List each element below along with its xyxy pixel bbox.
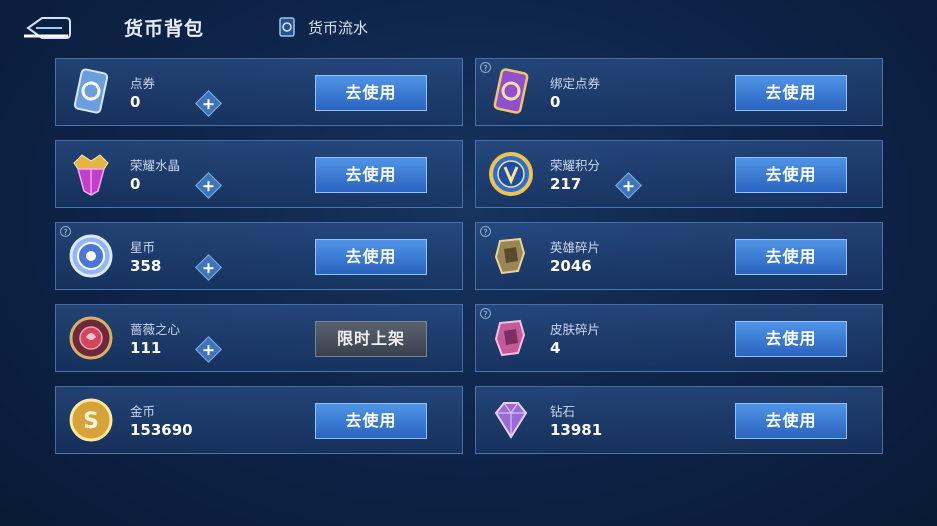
use-button[interactable]: 去使用 [315, 403, 427, 439]
currency-card: 点券 0 去使用 [55, 58, 463, 126]
top-bar: 货币背包 货币流水 [0, 0, 937, 56]
limited-sale-button[interactable]: 限时上架 [315, 321, 427, 357]
currency-name: 点券 [130, 76, 156, 91]
currency-amount: 4 [550, 339, 561, 357]
card-icon [279, 17, 295, 37]
add-button[interactable] [195, 336, 222, 363]
currency-card: ? 星币 358 去使用 [55, 222, 463, 290]
currency-name: 绑定点券 [550, 76, 601, 91]
currency-card: 蔷薇之心 111 限时上架 [55, 304, 463, 372]
skin-fragment-icon [494, 319, 526, 357]
currency-amount: 13981 [550, 421, 603, 439]
currency-amount: 0 [130, 93, 141, 111]
coupon-icon [73, 68, 109, 114]
use-button[interactable]: 去使用 [315, 157, 427, 193]
back-arrow-icon[interactable] [22, 14, 72, 42]
use-button[interactable]: 去使用 [735, 321, 847, 357]
currency-name: 蔷薇之心 [130, 322, 181, 337]
currency-amount: 111 [130, 339, 162, 357]
add-button[interactable] [195, 172, 222, 199]
currency-card: S 金币 153690 去使用 [55, 386, 463, 454]
bound-coupon-icon [493, 68, 529, 114]
currency-card: ? 英雄碎片 2046 去使用 [475, 222, 883, 290]
currency-name: 荣耀水晶 [130, 158, 181, 173]
currency-amount: 0 [550, 93, 561, 111]
currency-name: 荣耀积分 [550, 158, 601, 173]
currency-amount: 217 [550, 175, 582, 193]
add-button[interactable] [615, 172, 642, 199]
currency-card: 荣耀积分 217 去使用 [475, 140, 883, 208]
currency-name: 皮肤碎片 [550, 322, 601, 337]
diamond-icon [494, 402, 528, 439]
page-title: 货币背包 [124, 18, 205, 40]
use-button[interactable]: 去使用 [315, 239, 427, 275]
svg-text:S: S [83, 409, 99, 434]
gold-coin-icon: S [69, 398, 113, 442]
use-button[interactable]: 去使用 [735, 239, 847, 275]
currency-name: 金币 [130, 404, 156, 419]
use-button[interactable]: 去使用 [735, 157, 847, 193]
star-coin-icon [69, 234, 113, 278]
currency-card: ? 绑定点券 0 去使用 [475, 58, 883, 126]
currency-amount: 0 [130, 175, 141, 193]
use-button[interactable]: 去使用 [315, 75, 427, 111]
use-button[interactable]: 去使用 [735, 75, 847, 111]
currency-card: 荣耀水晶 0 去使用 [55, 140, 463, 208]
currency-card: 钻石 13981 去使用 [475, 386, 883, 454]
hero-fragment-icon [494, 237, 526, 275]
currency-amount: 358 [130, 257, 162, 275]
use-button[interactable]: 去使用 [735, 403, 847, 439]
currency-card: ? 皮肤碎片 4 去使用 [475, 304, 883, 372]
add-button[interactable] [195, 90, 222, 117]
currency-name: 英雄碎片 [550, 240, 601, 255]
add-button[interactable] [195, 254, 222, 281]
glory-crystal-icon [73, 154, 109, 196]
currency-name: 钻石 [550, 404, 576, 419]
currency-flow-label: 货币流水 [308, 18, 369, 37]
currency-flow-link[interactable]: 货币流水 [276, 16, 368, 38]
glory-points-icon [489, 152, 533, 196]
currency-amount: 2046 [550, 257, 592, 275]
rose-heart-icon [69, 316, 113, 360]
currency-amount: 153690 [130, 421, 193, 439]
currency-name: 星币 [130, 240, 156, 255]
